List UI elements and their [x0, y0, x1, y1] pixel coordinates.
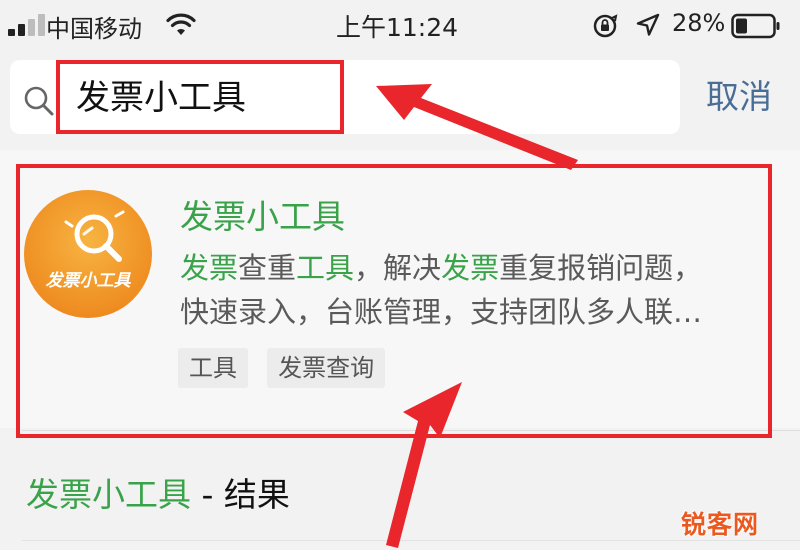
watermark: 锐客网	[681, 510, 760, 539]
search-icon	[24, 86, 54, 116]
wifi-icon	[166, 13, 196, 35]
annotation-box-result	[16, 164, 772, 438]
status-bar: 中国移动 上午11:24 28%	[0, 0, 800, 52]
screen: 中国移动 上午11:24 28% 发票小工具 取消 发票小工具 发票小工具 发票…	[0, 0, 800, 550]
cancel-button[interactable]: 取消	[706, 70, 772, 118]
more-results-keyword: 发票小工具	[26, 475, 191, 514]
location-icon	[636, 13, 660, 36]
annotation-box-search	[56, 60, 344, 134]
clock: 上午11:24	[336, 13, 459, 42]
orientation-lock-icon	[593, 14, 618, 38]
signal-icon	[8, 14, 50, 36]
battery-percent: 28%	[672, 9, 726, 37]
more-results-suffix: - 结果	[191, 475, 290, 514]
more-results-link[interactable]: 发票小工具 - 结果	[26, 468, 290, 516]
carrier-label: 中国移动	[46, 15, 142, 43]
battery-icon	[731, 13, 780, 39]
